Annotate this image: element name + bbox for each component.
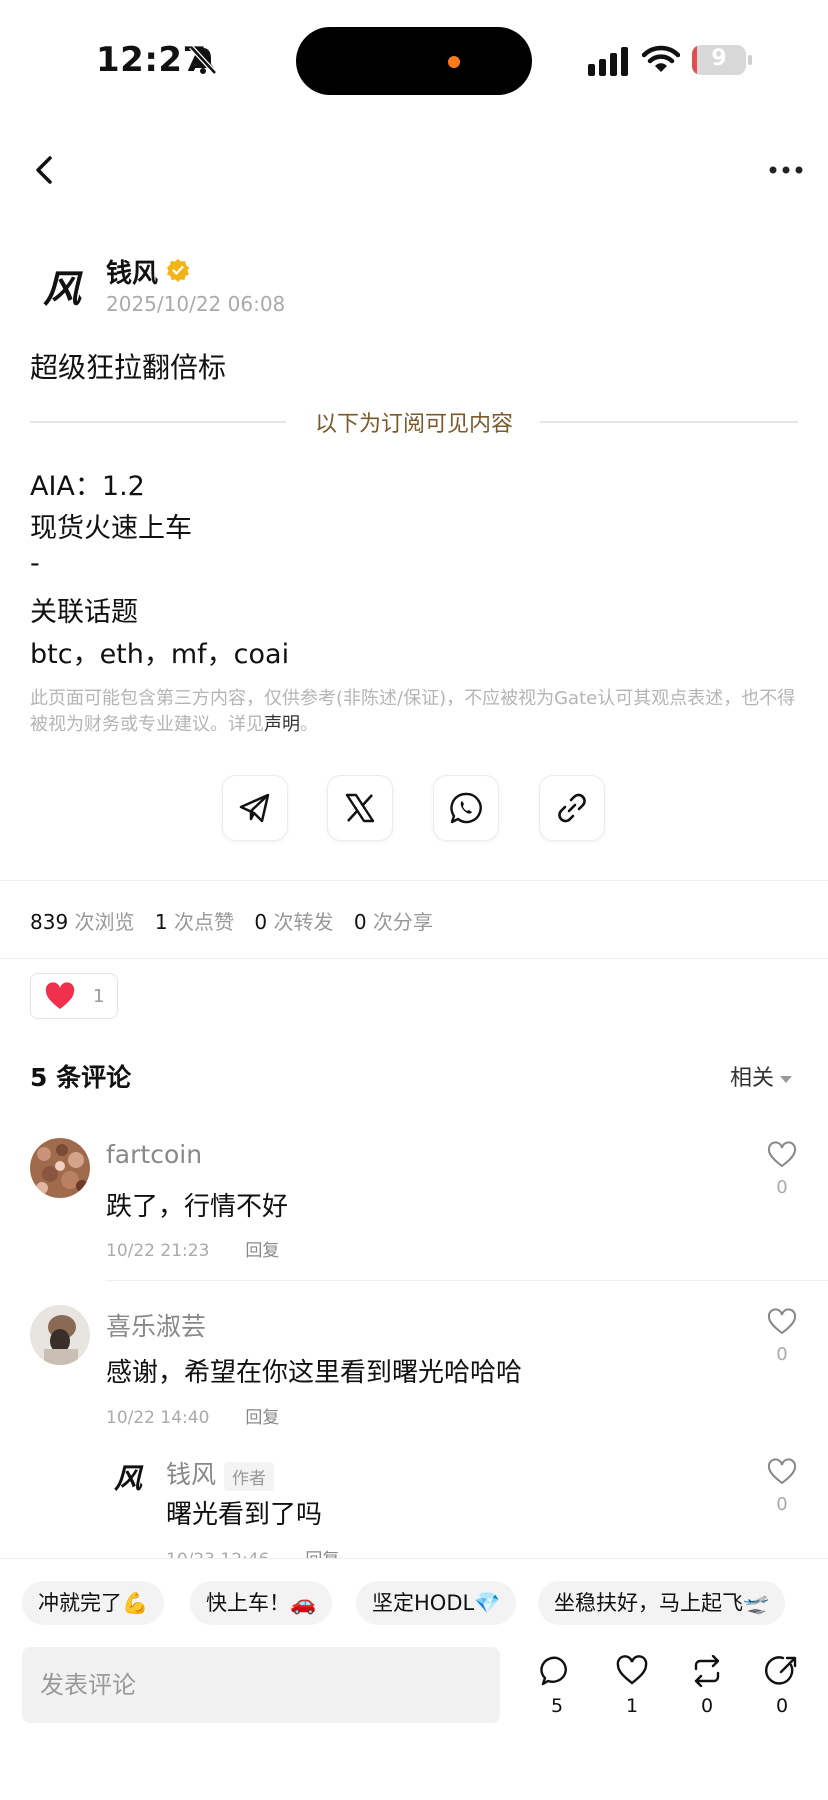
comment-meta: 10/22 14:40 回复: [106, 1408, 280, 1428]
comment-meta: 10/22 21:23 回复: [106, 1241, 280, 1261]
heart-outline-icon: [767, 1141, 797, 1168]
share-telegram-button[interactable]: [222, 775, 288, 841]
comment-input[interactable]: 发表评论: [22, 1647, 500, 1723]
commenter-avatar[interactable]: [30, 1138, 90, 1198]
subscription-divider: 以下为订阅可见内容: [30, 406, 798, 437]
section-divider: [0, 958, 828, 959]
comment-text: 跌了，行情不好: [106, 1192, 289, 1222]
battery-indicator: 9: [692, 45, 752, 75]
whatsapp-icon: [450, 792, 482, 824]
comment-like-count: 0: [776, 1177, 788, 1198]
reply-like-button[interactable]: 0: [766, 1458, 798, 1515]
comment-like-button[interactable]: 0: [766, 1308, 798, 1365]
comment-like-count: 0: [776, 1344, 788, 1365]
author-name[interactable]: 钱风: [106, 253, 158, 290]
post-title: 超级狂拉翻倍标: [30, 351, 227, 384]
commenter-name[interactable]: fartcoin: [106, 1140, 202, 1169]
verified-badge-icon: [167, 259, 189, 282]
share-whatsapp-button[interactable]: [433, 775, 499, 841]
comments-count-heading: 5 条评论: [30, 1063, 132, 1092]
reply-author-avatar[interactable]: 风: [106, 1455, 150, 1499]
like-button[interactable]: 1: [30, 973, 118, 1019]
share-x-button[interactable]: [327, 775, 393, 841]
repost-icon: [694, 1654, 720, 1688]
telegram-icon: [239, 793, 270, 823]
heart-filled-icon: [45, 982, 75, 1009]
commenter-avatar[interactable]: [30, 1305, 90, 1365]
heart-outline-icon: [767, 1458, 797, 1485]
shares-count: 0: [353, 910, 367, 934]
share-icon: [765, 1656, 797, 1685]
reply-button[interactable]: 回复: [245, 1241, 279, 1261]
like-action-button[interactable]: 1: [612, 1655, 652, 1717]
battery-level: 9: [711, 46, 727, 71]
likes-count: 1: [154, 910, 168, 934]
share-action-count: 0: [775, 1695, 789, 1717]
caret-down-icon: [780, 1075, 793, 1083]
like-count: 1: [93, 985, 105, 1007]
reply-author-name[interactable]: 钱风 作者: [166, 1455, 275, 1491]
copy-link-button[interactable]: [539, 775, 605, 841]
back-chevron-icon[interactable]: [28, 150, 64, 190]
camera-indicator-dot: [448, 56, 460, 68]
comments-action-button[interactable]: 5: [537, 1655, 577, 1717]
post-line: 现货火速上车: [30, 513, 192, 544]
reposts-count: 0: [254, 910, 268, 934]
comment-text: 感谢，希望在你这里看到曙光哈哈哈: [106, 1358, 523, 1388]
commenter-name[interactable]: 喜乐淑芸: [106, 1307, 206, 1343]
dynamic-island: [296, 27, 532, 95]
heart-outline-icon: [767, 1308, 797, 1335]
bell-muted-icon: [189, 45, 217, 75]
comment-bubble-icon: [540, 1656, 567, 1686]
subscription-divider-label: 以下为订阅可见内容: [314, 412, 513, 437]
disclaimer: 此页面可能包含第三方内容，仅供参考(非陈述/保证)，不应被视为Gate认可其观点…: [30, 688, 796, 735]
wifi-icon: [642, 45, 680, 72]
reply-button[interactable]: 回复: [245, 1408, 279, 1428]
views-count: 839: [30, 910, 69, 934]
status-bar: 12:27 9: [0, 0, 828, 110]
post-line: 关联话题: [30, 597, 138, 628]
post-line: -: [30, 548, 40, 579]
disclaimer-link[interactable]: 声明: [264, 714, 300, 735]
x-logo-icon: [345, 793, 375, 823]
quick-reply-chip[interactable]: 坐稳扶好，马上起飞🛫: [538, 1581, 786, 1625]
post-line: AIA：1.2: [30, 471, 145, 502]
more-options-icon[interactable]: [766, 158, 806, 182]
repost-action-count: 0: [700, 1695, 714, 1717]
quick-reply-chip[interactable]: 冲就完了💪: [22, 1581, 165, 1625]
author-tag: 作者: [224, 1461, 275, 1491]
comment-divider: [106, 1280, 828, 1281]
share-action-button[interactable]: 0: [762, 1655, 802, 1717]
cellular-signal-icon: [588, 47, 628, 76]
quick-reply-chip[interactable]: 坚定HODL💎: [356, 1581, 517, 1625]
post-topics[interactable]: btc，eth，mf，coai: [30, 632, 289, 671]
like-action-count: 1: [625, 1695, 639, 1717]
comments-action-count: 5: [550, 1695, 564, 1717]
heart-outline-icon: [616, 1655, 648, 1685]
quick-reply-chip[interactable]: 快上车！🚗: [190, 1581, 333, 1625]
section-divider: [0, 880, 828, 881]
comment-like-button[interactable]: 0: [766, 1141, 798, 1198]
reply-text: 曙光看到了吗: [166, 1500, 323, 1530]
comment-sort-dropdown[interactable]: 相关: [730, 1060, 793, 1092]
link-icon: [558, 793, 586, 823]
bottom-bar: 冲就完了💪 快上车！🚗 坚定HODL💎 坐稳扶好，马上起飞🛫 发表评论 5 1 …: [0, 1558, 828, 1800]
author-avatar[interactable]: 风: [30, 253, 94, 317]
repost-action-button[interactable]: 0: [687, 1654, 727, 1717]
post-timestamp: 2025/10/22 06:08: [106, 292, 286, 316]
reply-like-count: 0: [776, 1494, 788, 1515]
post-stats: 839 次浏览 1 次点赞 0 次转发 0 次分享: [30, 910, 433, 934]
